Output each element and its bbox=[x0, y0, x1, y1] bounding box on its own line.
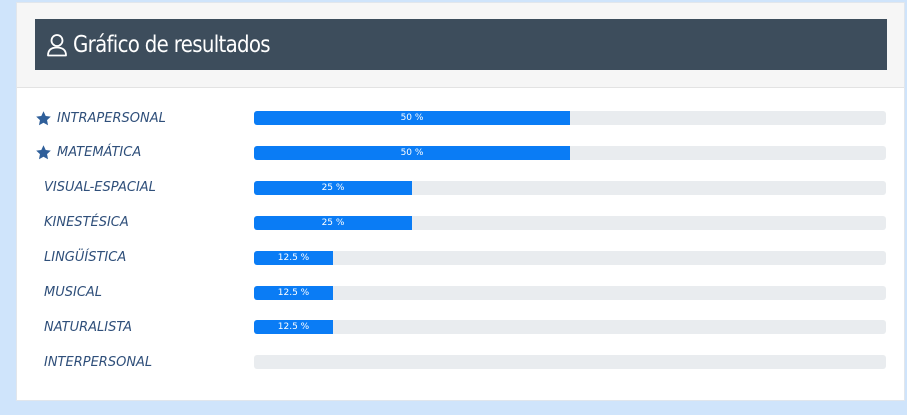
result-row: KINESTÉSICA 25 % bbox=[17, 213, 904, 233]
result-label: INTERPERSONAL bbox=[44, 354, 153, 370]
result-row: MUSICAL 12.5 % bbox=[17, 283, 904, 303]
progress-value: 12.5 % bbox=[277, 322, 310, 333]
progress-track: 25 % bbox=[254, 215, 886, 230]
result-label: VISUAL-ESPACIAL bbox=[44, 180, 156, 196]
result-row: INTRAPERSONAL 50 % bbox=[17, 108, 904, 128]
progress-value: 25 % bbox=[321, 217, 345, 228]
card-header: Gráfico de resultados bbox=[17, 3, 904, 88]
result-label-wrap: MUSICAL bbox=[35, 283, 102, 303]
results-card: Gráfico de resultados INTRAPERSONAL 50 % M… bbox=[16, 2, 905, 401]
progress-value: 12.5 % bbox=[277, 287, 310, 298]
result-label-wrap: INTERPERSONAL bbox=[35, 352, 152, 372]
result-label: MATEMÁTICA bbox=[57, 145, 142, 161]
progress-fill: 25 % bbox=[254, 215, 412, 230]
progress-track: 12.5 % bbox=[254, 285, 886, 300]
result-row: MATEMÁTICA 50 % bbox=[17, 143, 904, 163]
progress-value: 25 % bbox=[321, 182, 345, 193]
progress-value: 50 % bbox=[400, 147, 424, 158]
star-icon bbox=[35, 144, 52, 161]
progress-fill: 50 % bbox=[254, 145, 570, 160]
result-label-wrap: MATEMÁTICA bbox=[35, 143, 141, 163]
result-label-wrap: NATURALISTA bbox=[35, 317, 132, 337]
result-row: LINGÜÍSTICA 12.5 % bbox=[17, 248, 904, 268]
progress-fill: 25 % bbox=[254, 180, 412, 195]
result-row: INTERPERSONAL bbox=[17, 352, 904, 372]
progress-fill: 50 % bbox=[254, 111, 570, 125]
star-icon bbox=[35, 110, 52, 127]
user-icon bbox=[45, 32, 69, 58]
progress-value: 12.5 % bbox=[277, 252, 310, 263]
result-label-wrap: VISUAL-ESPACIAL bbox=[35, 178, 156, 198]
result-label: KINESTÉSICA bbox=[44, 215, 129, 231]
progress-fill: 12.5 % bbox=[254, 320, 333, 335]
result-label-wrap: LINGÜÍSTICA bbox=[35, 248, 126, 268]
progress-track: 50 % bbox=[254, 111, 886, 125]
progress-track: 12.5 % bbox=[254, 320, 886, 335]
result-label: NATURALISTA bbox=[44, 319, 133, 335]
result-row: VISUAL-ESPACIAL 25 % bbox=[17, 178, 904, 198]
panel-title: Gráfico de resultados bbox=[73, 31, 271, 58]
progress-track: 50 % bbox=[254, 145, 886, 160]
progress-fill: 12.5 % bbox=[254, 285, 333, 300]
result-label-wrap: KINESTÉSICA bbox=[35, 213, 129, 233]
result-label: LINGÜÍSTICA bbox=[44, 250, 127, 266]
progress-value: 50 % bbox=[400, 113, 424, 123]
result-label-wrap: INTRAPERSONAL bbox=[35, 108, 166, 128]
progress-track bbox=[254, 355, 886, 370]
progress-track: 25 % bbox=[254, 180, 886, 195]
result-label: INTRAPERSONAL bbox=[57, 110, 166, 126]
title-bar: Gráfico de resultados bbox=[35, 19, 887, 70]
result-label: MUSICAL bbox=[44, 285, 103, 300]
result-row: NATURALISTA 12.5 % bbox=[17, 317, 904, 337]
progress-fill: 12.5 % bbox=[254, 250, 333, 265]
progress-track: 12.5 % bbox=[254, 250, 886, 265]
